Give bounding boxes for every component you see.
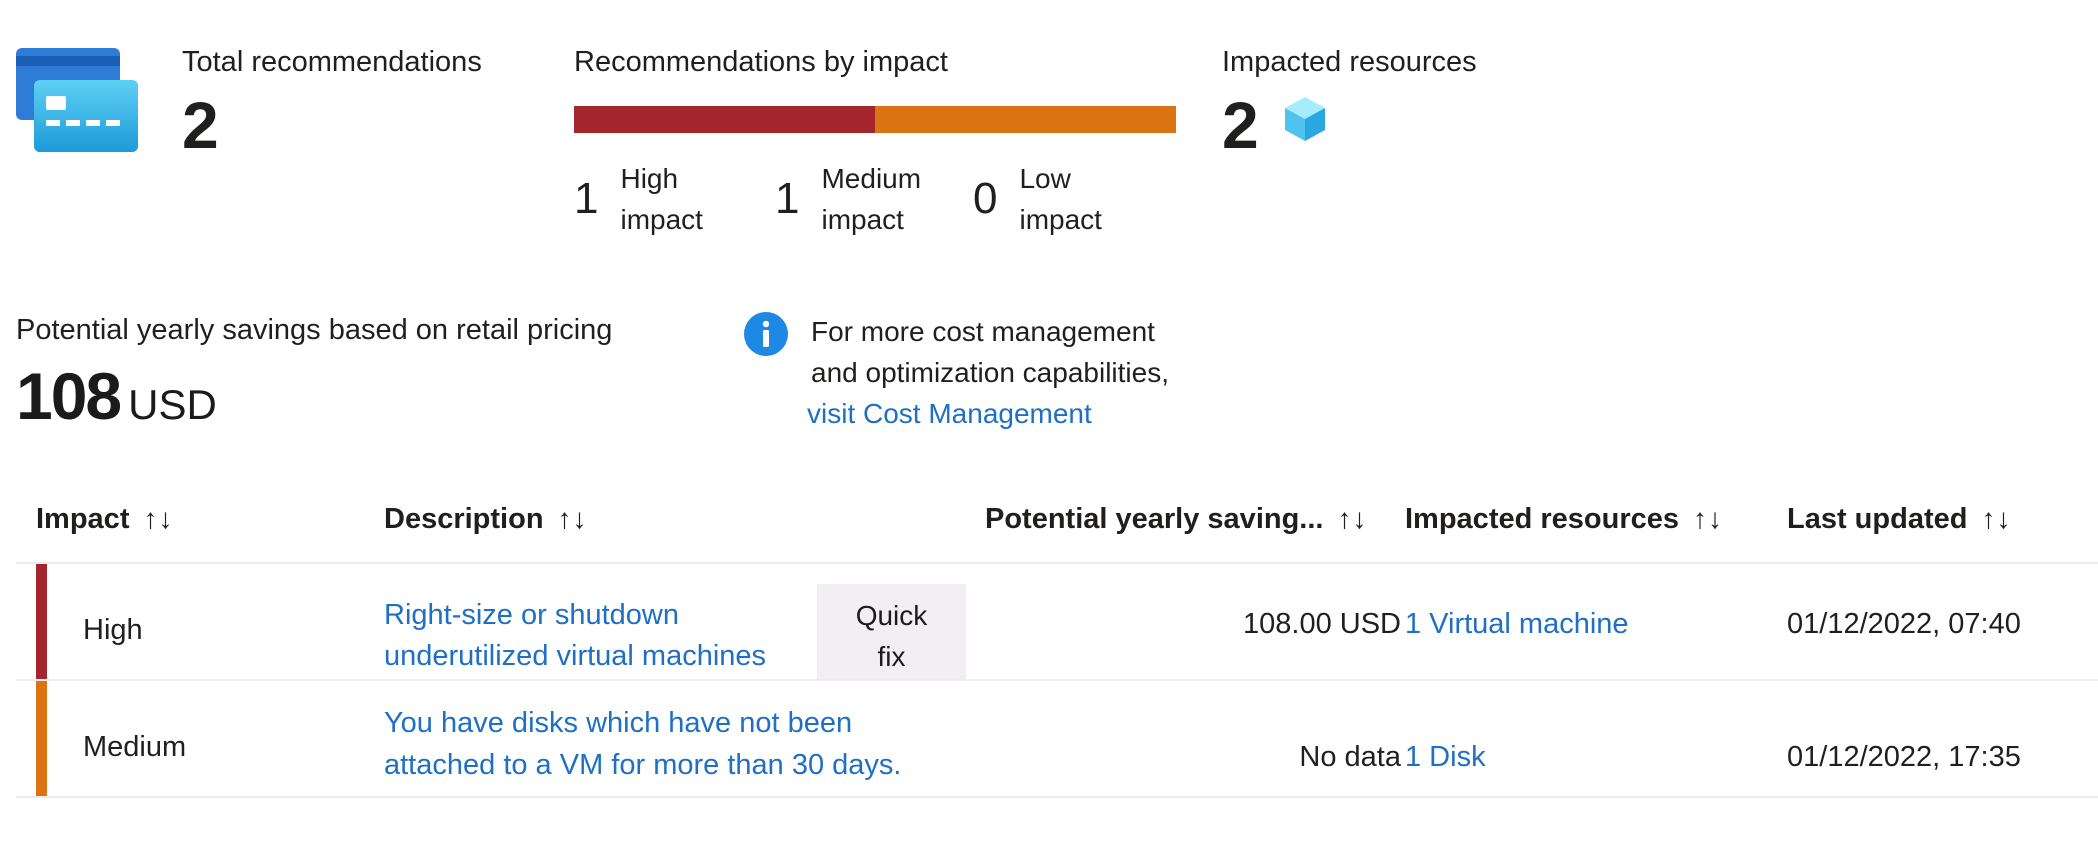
- column-header-impacted-resources[interactable]: Impacted resources ↑↓: [1405, 503, 1723, 536]
- impact-indicator-high: [36, 564, 47, 679]
- low-impact-count-label: Low impact: [1019, 163, 1102, 235]
- impact-indicator-medium: [36, 681, 47, 796]
- sort-savings-icon[interactable]: ↑↓: [1337, 503, 1367, 534]
- table-row[interactable]: High Right-size or shutdown underutilize…: [16, 564, 2098, 679]
- impact-value: Medium: [83, 731, 187, 763]
- savings-value: No data: [1299, 741, 1401, 773]
- potential-savings-currency: USD: [128, 381, 217, 428]
- last-updated-value: 01/12/2022, 17:35: [1787, 741, 2021, 773]
- high-impact-count-label: High impact: [620, 163, 703, 235]
- description-line-1: You have disks which have not been: [384, 707, 853, 739]
- impact-bar-high: [574, 106, 875, 133]
- description-line-2: underutilized virtual machines: [384, 640, 767, 672]
- potential-savings-label: Potential yearly savings based on retail…: [16, 314, 613, 346]
- last-updated-value: 01/12/2022, 07:40: [1787, 608, 2021, 640]
- impacted-resources-value: 2: [1222, 88, 1259, 162]
- visit-cost-management-link[interactable]: visit Cost Management: [807, 393, 1092, 434]
- high-impact-count: 1 High impact: [574, 158, 720, 240]
- low-impact-count: 0 Low impact: [973, 158, 1119, 240]
- column-header-last-updated[interactable]: Last updated ↑↓: [1787, 503, 2011, 536]
- recommendation-description-link[interactable]: Right-size or shutdown underutilized vir…: [384, 595, 766, 677]
- column-header-description-label: Description: [384, 503, 544, 535]
- recommendation-description-link[interactable]: You have disks which have not been attac…: [384, 702, 901, 786]
- column-header-description[interactable]: Description ↑↓: [384, 503, 588, 536]
- impacted-resources-link[interactable]: 1 Disk: [1405, 741, 1486, 774]
- info-icon: [743, 311, 789, 357]
- sort-impact-icon[interactable]: ↑↓: [143, 503, 173, 534]
- info-text-line-1: For more cost management: [811, 316, 1155, 347]
- impact-value: High: [83, 614, 143, 646]
- impacted-resources-label: Impacted resources: [1222, 46, 1477, 78]
- cube-icon: [1283, 95, 1327, 143]
- medium-impact-count: 1 Medium impact: [775, 158, 941, 240]
- sort-impacted-resources-icon[interactable]: ↑↓: [1693, 503, 1723, 534]
- table-row[interactable]: Medium You have disks which have not bee…: [16, 681, 2098, 796]
- column-header-last-updated-label: Last updated: [1787, 503, 1968, 535]
- column-header-savings[interactable]: Potential yearly saving... ↑↓: [985, 503, 1367, 536]
- medium-impact-count-value: 1: [775, 174, 800, 223]
- table-bottom-border: [16, 796, 2098, 798]
- total-recommendations-label: Total recommendations: [182, 46, 482, 78]
- potential-savings-amount: 108 USD: [16, 358, 217, 434]
- description-line-1: Right-size or shutdown: [384, 599, 679, 631]
- info-text-line-2: and optimization capabilities,: [811, 357, 1169, 388]
- impact-breakdown-label: Recommendations by impact: [574, 46, 948, 78]
- column-header-impact[interactable]: Impact ↑↓: [36, 503, 173, 536]
- medium-impact-count-label: Medium impact: [821, 163, 922, 235]
- impact-bar-medium: [875, 106, 1176, 133]
- column-header-savings-label: Potential yearly saving...: [985, 503, 1324, 535]
- recommendations-card-icon: [16, 48, 138, 152]
- savings-value: 108.00 USD: [1243, 608, 1401, 640]
- potential-savings-value: 108: [16, 359, 122, 433]
- sort-last-updated-icon[interactable]: ↑↓: [1981, 503, 2011, 534]
- column-header-impacted-resources-label: Impacted resources: [1405, 503, 1680, 535]
- high-impact-count-value: 1: [574, 174, 599, 223]
- low-impact-count-value: 0: [973, 174, 998, 223]
- impacted-resources-link[interactable]: 1 Virtual machine: [1405, 608, 1629, 641]
- total-recommendations-value: 2: [182, 88, 219, 162]
- impact-bar: [574, 106, 1176, 133]
- quick-fix-badge[interactable]: Quick fix: [817, 584, 966, 679]
- sort-description-icon[interactable]: ↑↓: [558, 503, 588, 534]
- quick-fix-line-2: fix: [877, 641, 906, 672]
- column-header-impact-label: Impact: [36, 503, 130, 535]
- description-line-2: attached to a VM for more than 30 days.: [384, 749, 902, 781]
- quick-fix-line-1: Quick: [855, 600, 928, 631]
